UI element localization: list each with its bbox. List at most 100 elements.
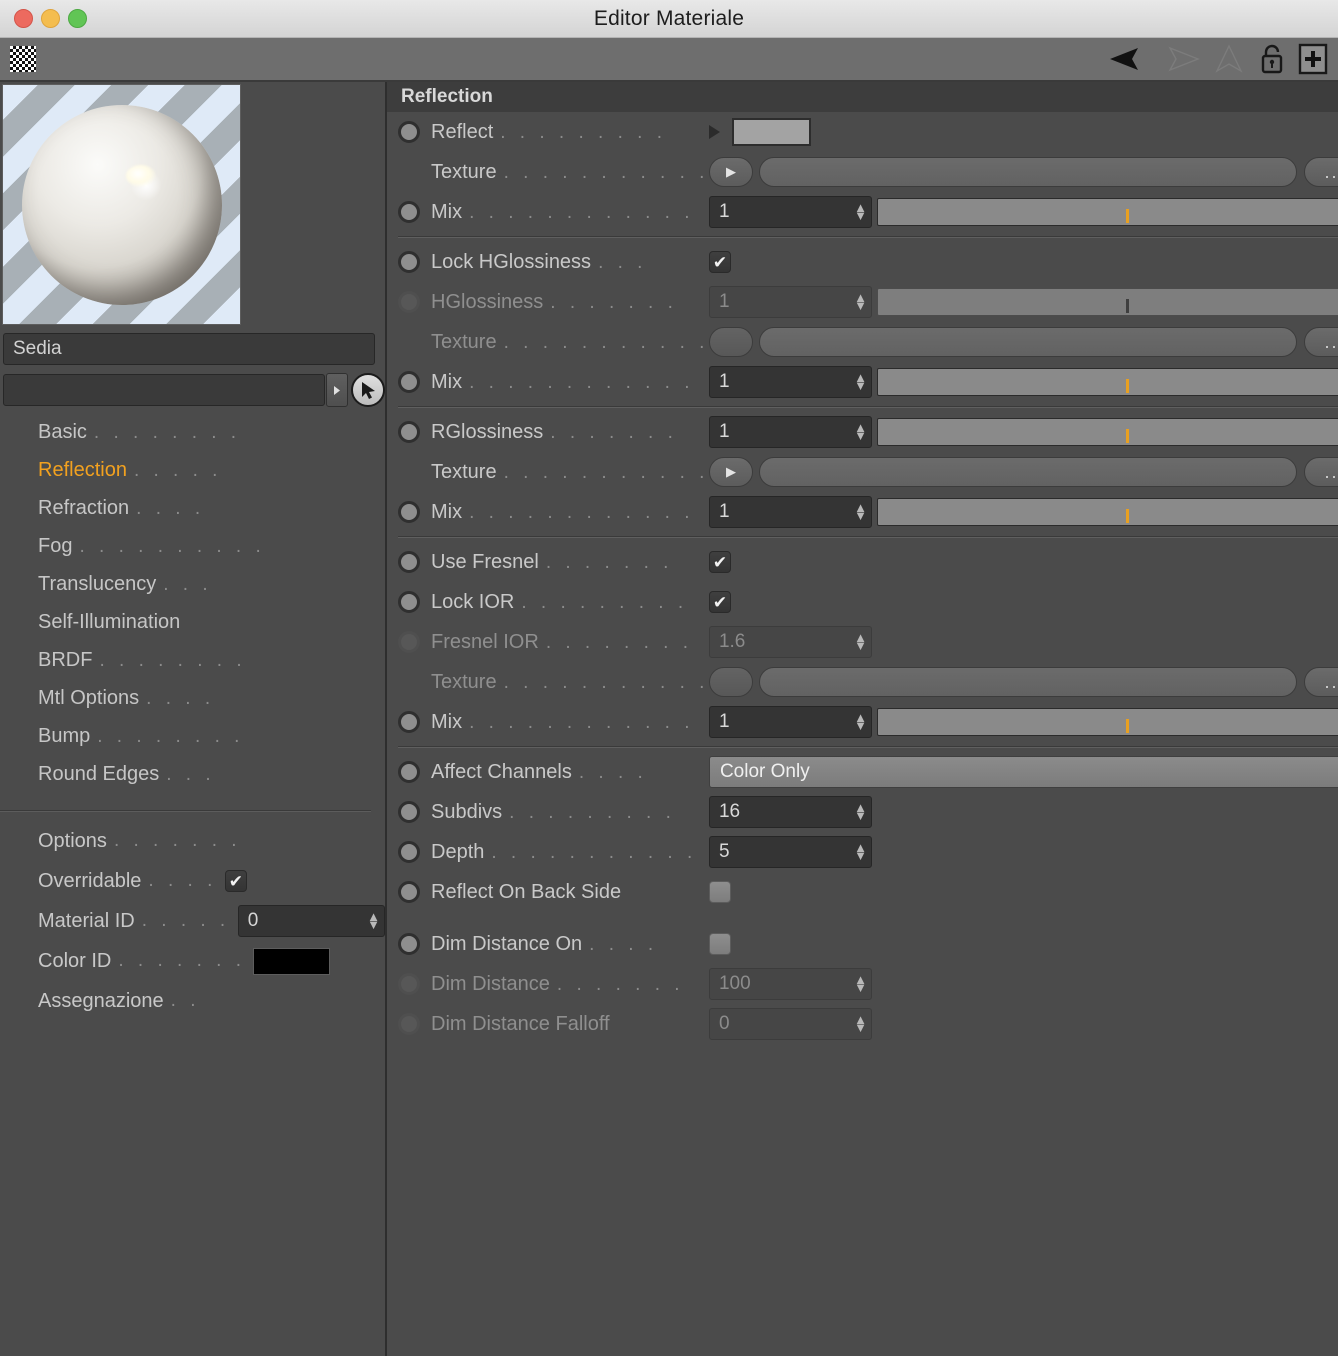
sidebar-item-bump[interactable]: Bump . . . . . . . . <box>0 725 385 763</box>
rglossiness-value: 1 <box>718 421 730 442</box>
material-name-input[interactable]: Sedia <box>3 333 375 365</box>
spinner-icon[interactable]: ▲ ▼ <box>854 201 867 222</box>
spinner-icon[interactable]: ▲ ▼ <box>854 371 867 392</box>
rglossiness-row: RGlossiness . . . . . . . 1 ▲ ▼ <box>387 412 1338 452</box>
depth-input[interactable]: 5 ▲ ▼ <box>708 836 872 868</box>
play-arrow-icon[interactable] <box>326 373 348 407</box>
color-id-swatch[interactable] <box>253 947 331 975</box>
reflect-on-back-side-radio[interactable] <box>398 881 420 903</box>
sidebar-item-translucency[interactable]: Translucency . . . <box>0 573 385 611</box>
hglossiness-mix-radio[interactable] <box>398 371 420 393</box>
checker-pattern-icon[interactable] <box>10 46 36 72</box>
spinner-icon[interactable]: ▲ ▼ <box>367 910 380 931</box>
hglossiness-mix-input[interactable]: 1 ▲ ▼ <box>708 366 872 398</box>
spinner-icon[interactable]: ▲ ▼ <box>854 801 867 822</box>
lock-hglossiness-checkbox[interactable]: ✔ <box>708 251 731 273</box>
lock-icon[interactable] <box>1258 43 1286 75</box>
rglossiness-texture-input[interactable] <box>758 457 1297 487</box>
rglossiness-mix-radio[interactable] <box>398 501 420 523</box>
reflect-expand-icon[interactable] <box>708 125 720 139</box>
options-row[interactable]: Options . . . . . . . <box>0 821 385 861</box>
depth-dots: . . . . . . . . . . . <box>491 841 697 863</box>
fresnel-mix-input[interactable]: 1 ▲ ▼ <box>708 706 872 738</box>
preview-sphere-shape <box>22 105 222 305</box>
use-fresnel-radio[interactable] <box>398 551 420 573</box>
rglossiness-mix-controls: 1 ▲ ▼ <box>708 496 1338 528</box>
subdivs-input[interactable]: 16 ▲ ▼ <box>708 796 872 828</box>
use-fresnel-checkbox[interactable]: ✔ <box>708 551 731 573</box>
sidebar-item-mtl-options[interactable]: Mtl Options . . . . <box>0 687 385 725</box>
reflect-mix-controls: 1 ▲ ▼ <box>708 196 1338 228</box>
sidebar-dots: . . . . <box>136 498 205 519</box>
slider-tick <box>1126 209 1130 223</box>
sidebar-item-reflection[interactable]: Reflection . . . . . <box>0 459 385 497</box>
fresnel-mix-slider[interactable] <box>876 708 1338 736</box>
reflection-section-header: Reflection <box>387 82 1338 112</box>
reflect-color-swatch[interactable] <box>731 118 811 146</box>
rglossiness-radio[interactable] <box>398 421 420 443</box>
material-name-value: Sedia <box>13 338 62 359</box>
plus-icon[interactable] <box>1298 43 1328 75</box>
dim-distance-on-radio[interactable] <box>398 933 420 955</box>
sidebar-item-basic[interactable]: Basic . . . . . . . . <box>0 421 385 459</box>
dim-distance-falloff-label: Dim Distance Falloff <box>431 1012 610 1035</box>
reflect-texture-browse-button[interactable]: ... <box>1303 157 1338 187</box>
rglossiness-input[interactable]: 1 ▲ ▼ <box>708 416 872 448</box>
forward-arrow-icon[interactable] <box>1160 46 1200 72</box>
lock-hglossiness-radio[interactable] <box>398 251 420 273</box>
lock-ior-checkbox[interactable]: ✔ <box>708 591 731 613</box>
affect-channels-radio[interactable] <box>398 761 420 783</box>
subdivs-radio[interactable] <box>398 801 420 823</box>
assegnazione-row[interactable]: Assegnazione . . <box>0 981 385 1021</box>
sidebar-dots: . . . . . <box>133 460 222 481</box>
hglossiness-mix-label: Mix <box>431 370 463 393</box>
group-separator <box>398 536 1338 538</box>
shader-input[interactable] <box>3 374 325 406</box>
rglossiness-slider[interactable] <box>876 418 1338 446</box>
lock-ior-radio[interactable] <box>398 591 420 613</box>
affect-channels-label-group: Affect Channels . . . . <box>431 761 647 784</box>
rglossiness-texture-arrow-icon[interactable]: ▶ <box>708 457 753 487</box>
dim-distance-on-checkbox[interactable] <box>708 933 731 955</box>
sidebar-item-self-illumination[interactable]: Self-Illumination <box>0 611 385 649</box>
overridable-row[interactable]: Overridable . . . . ✔ <box>0 861 385 901</box>
sidebar-item-refraction[interactable]: Refraction . . . . <box>0 497 385 535</box>
reflect-mix-slider[interactable] <box>876 198 1338 226</box>
hglossiness-label-group: HGlossiness . . . . . . . <box>431 291 677 314</box>
reflect-radio[interactable] <box>398 121 420 143</box>
rglossiness-mix-slider[interactable] <box>876 498 1338 526</box>
spinner-icon[interactable]: ▲ ▼ <box>854 711 867 732</box>
material-id-input[interactable]: 0 ▲ ▼ <box>237 905 385 937</box>
material-id-row: Material ID . . . . . 0 ▲ ▼ <box>0 901 385 941</box>
sidebar-item-brdf[interactable]: BRDF . . . . . . . . <box>0 649 385 687</box>
reflect-mix-dots: . . . . . . . . . . . . <box>469 201 695 223</box>
reflect-texture-input[interactable] <box>758 157 1297 187</box>
back-arrow-icon[interactable] <box>1108 46 1148 72</box>
affect-channels-select[interactable]: Color Only ▼ <box>708 756 1338 788</box>
reflect-mix-radio[interactable] <box>398 201 420 223</box>
dim-distance-falloff-radio <box>398 1013 420 1035</box>
rglossiness-mix-input[interactable]: 1 ▲ ▼ <box>708 496 872 528</box>
left-panel: Sedia Basic . . . . . . . . Reflection .… <box>0 82 387 1356</box>
depth-radio[interactable] <box>398 841 420 863</box>
slider-tick <box>1126 719 1130 733</box>
reflect-texture-arrow-icon[interactable]: ▶ <box>708 157 753 187</box>
rglossiness-texture-label: Texture <box>431 460 497 483</box>
overridable-checkbox[interactable]: ✔ <box>224 870 247 892</box>
fresnel-mix-radio[interactable] <box>398 711 420 733</box>
spinner-icon[interactable]: ▲ ▼ <box>854 841 867 862</box>
reflect-on-back-side-checkbox[interactable] <box>708 881 731 903</box>
rglossiness-texture-browse-button[interactable]: ... <box>1303 457 1338 487</box>
color-id-label: Color ID <box>38 949 112 972</box>
spinner-icon[interactable]: ▲ ▼ <box>854 421 867 442</box>
sidebar-item-round-edges[interactable]: Round Edges . . . <box>0 763 385 801</box>
reflect-mix-input[interactable]: 1 ▲ ▼ <box>708 196 872 228</box>
spinner-icon[interactable]: ▲ ▼ <box>854 501 867 522</box>
material-preview-sphere[interactable] <box>2 84 241 325</box>
hglossiness-mix-slider[interactable] <box>876 368 1338 396</box>
lock-hglossiness-dots: . . . <box>598 251 647 273</box>
up-arrow-icon[interactable] <box>1212 44 1246 74</box>
sidebar-item-fog[interactable]: Fog . . . . . . . . . . <box>0 535 385 573</box>
cursor-pick-icon[interactable] <box>351 373 385 407</box>
depth-label: Depth <box>431 840 485 863</box>
